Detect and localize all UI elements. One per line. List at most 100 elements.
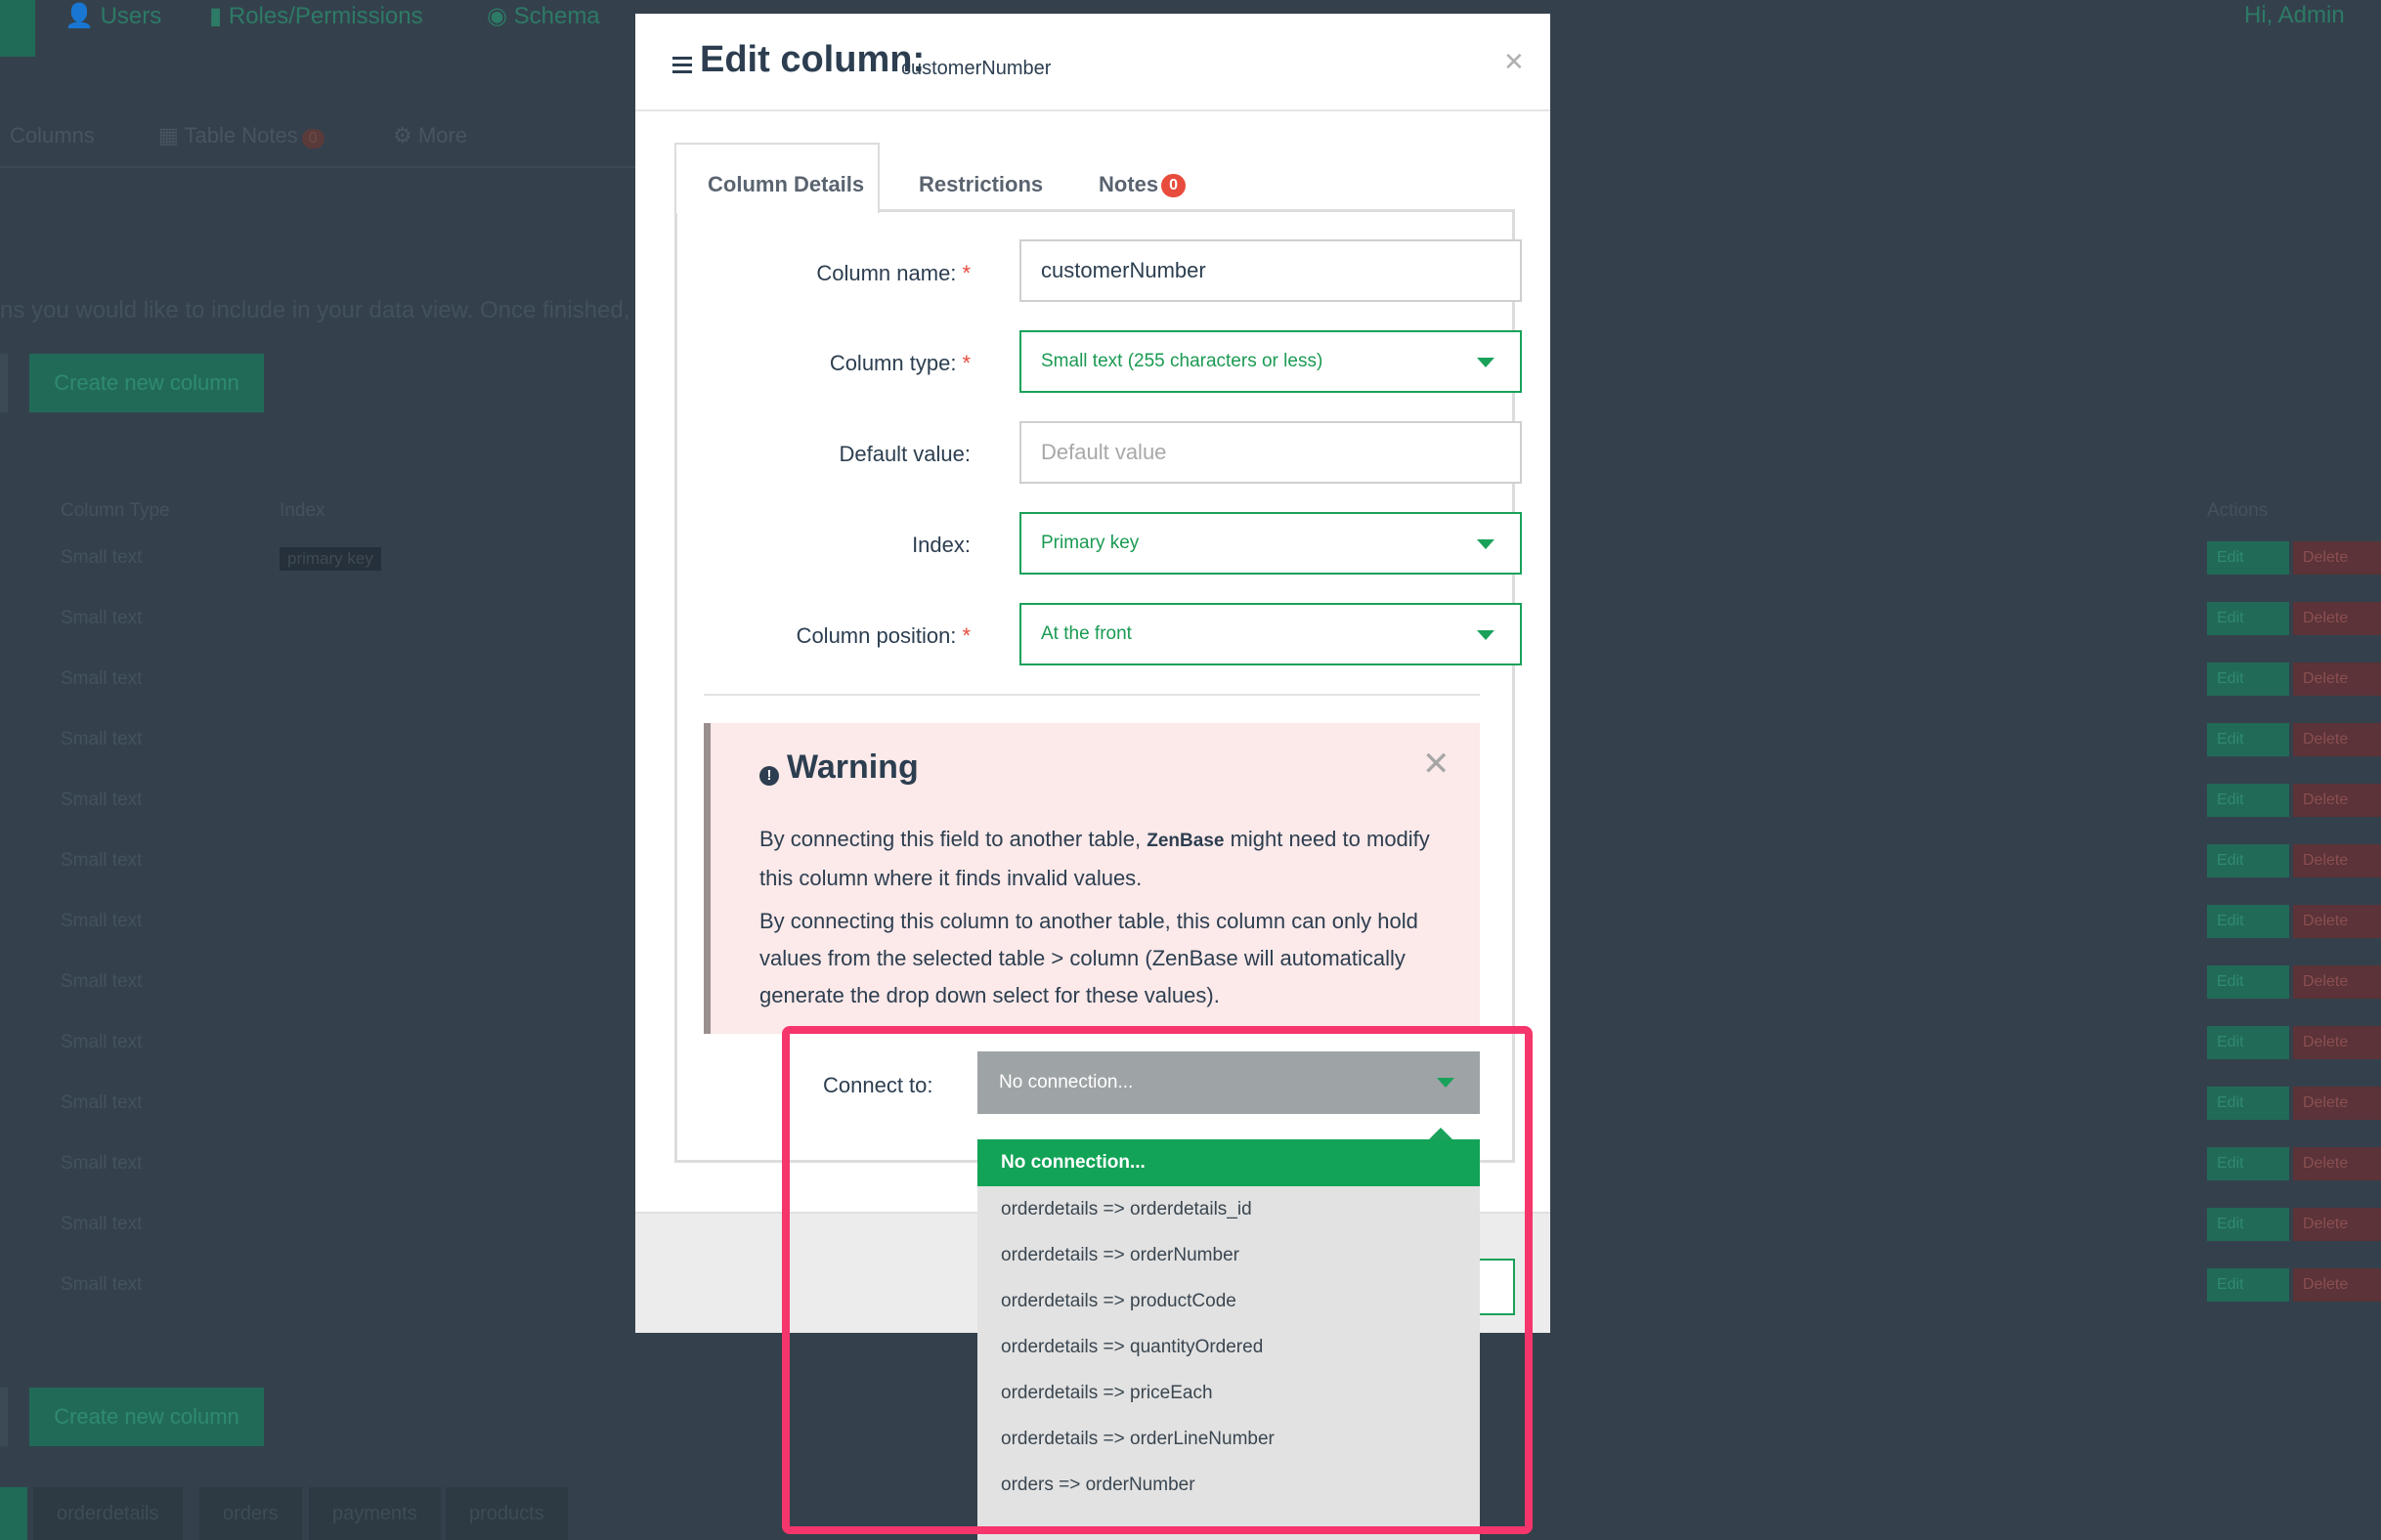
edit-column-modal: Edit column: customerNumber ✕ Column Det… xyxy=(635,14,1550,1333)
tab-notes[interactable]: Notes 0 xyxy=(1099,143,1187,211)
bottom-tab-orderdetails[interactable]: orderdetails xyxy=(33,1487,183,1540)
row-edit-button[interactable]: Edit xyxy=(2207,541,2289,575)
bottom-tab-orders[interactable]: orders xyxy=(199,1487,302,1540)
row-edit-button[interactable]: Edit xyxy=(2207,663,2289,696)
row-type-cell: Small text xyxy=(61,1274,143,1295)
column-type-select[interactable]: Small text (255 characters or less) xyxy=(1019,330,1522,393)
column-name-input[interactable]: customerNumber xyxy=(1019,239,1522,302)
create-column-button-top[interactable]: Create new column xyxy=(29,354,264,412)
option-orderdetails-id[interactable]: orderdetails => orderdetails_id xyxy=(977,1186,1480,1232)
button-stub-bottom xyxy=(0,1388,8,1446)
option-no-connection[interactable]: No connection... xyxy=(977,1139,1480,1186)
warning-close-icon[interactable]: ✕ xyxy=(1422,745,1450,784)
row-type-cell: Small text xyxy=(61,971,143,992)
option-orders-ordernumber[interactable]: orders => orderNumber xyxy=(977,1462,1480,1508)
row-type-cell: Small text xyxy=(61,547,143,568)
tab-table-notes[interactable]: ▦ Table Notes 0 xyxy=(158,123,325,149)
user-greeting[interactable]: Hi, Admin xyxy=(2244,2,2345,29)
bottom-tab-products[interactable]: products xyxy=(446,1487,568,1540)
row-type-cell: Small text xyxy=(61,729,143,749)
notes-badge: 0 xyxy=(1161,174,1187,197)
row-type-cell: Small text xyxy=(61,1032,143,1052)
tab-column-details[interactable]: Column Details xyxy=(674,143,880,213)
tab-more[interactable]: ⚙ More xyxy=(393,123,467,149)
option-orderdetails-orderlinenumber[interactable]: orderdetails => orderLineNumber xyxy=(977,1416,1480,1462)
warning-title: Warning xyxy=(787,749,919,786)
column-name-label: Column name: * xyxy=(816,261,971,285)
column-position-label: Column position: * xyxy=(796,623,971,648)
modal-header: Edit column: customerNumber ✕ xyxy=(635,14,1550,111)
bottom-tab-stub xyxy=(0,1487,27,1540)
connect-to-label: Connect to: xyxy=(823,1073,933,1097)
default-value-input[interactable]: Default value xyxy=(1019,421,1522,484)
row-edit-button[interactable]: Edit xyxy=(2207,723,2289,756)
row-delete-button[interactable]: Delete xyxy=(2293,541,2381,575)
caret-down-icon xyxy=(1477,630,1494,640)
row-delete-button[interactable]: Delete xyxy=(2293,1268,2381,1302)
column-position-select[interactable]: At the front xyxy=(1019,603,1522,665)
row-edit-button[interactable]: Edit xyxy=(2207,1087,2289,1120)
eye-icon: ◉ xyxy=(487,3,514,29)
bottom-tab-payments[interactable]: payments xyxy=(309,1487,441,1540)
create-column-button-bottom[interactable]: Create new column xyxy=(29,1388,264,1446)
modal-subtitle: customerNumber xyxy=(901,58,1052,79)
form-divider xyxy=(704,694,1480,696)
connect-to-select[interactable]: No connection... xyxy=(977,1051,1480,1114)
caret-down-icon xyxy=(1437,1078,1454,1088)
row-type-cell: Small text xyxy=(61,790,143,810)
option-orderdetails-quantityordered[interactable]: orderdetails => quantityOrdered xyxy=(977,1324,1480,1370)
option-orderdetails-ordernumber[interactable]: orderdetails => orderNumber xyxy=(977,1232,1480,1278)
table-notes-badge: 0 xyxy=(301,129,325,149)
row-type-cell: Small text xyxy=(61,1092,143,1113)
row-delete-button[interactable]: Delete xyxy=(2293,1208,2381,1241)
list-icon xyxy=(672,57,692,74)
nav-logo-stub xyxy=(0,0,35,57)
row-delete-button[interactable]: Delete xyxy=(2293,723,2381,756)
button-stub xyxy=(0,354,8,412)
row-edit-button[interactable]: Edit xyxy=(2207,1268,2289,1302)
warning-text-2: By connecting this column to another tab… xyxy=(759,909,1418,1007)
index-label: Index: xyxy=(912,533,971,557)
column-type-label: Column type: * xyxy=(829,351,971,375)
row-delete-button[interactable]: Delete xyxy=(2293,784,2381,817)
nav-users[interactable]: 👤 Users xyxy=(65,2,161,30)
row-type-cell: Small text xyxy=(61,850,143,871)
row-edit-button[interactable]: Edit xyxy=(2207,1026,2289,1059)
tab-columns[interactable]: Columns xyxy=(10,123,95,149)
row-delete-button[interactable]: Delete xyxy=(2293,602,2381,635)
modal-title: Edit column: xyxy=(700,39,926,80)
row-edit-button[interactable]: Edit xyxy=(2207,1208,2289,1241)
th-actions: Actions xyxy=(2207,500,2269,521)
row-delete-button[interactable]: Delete xyxy=(2293,1087,2381,1120)
row-edit-button[interactable]: Edit xyxy=(2207,784,2289,817)
row-delete-button[interactable]: Delete xyxy=(2293,1147,2381,1180)
caret-down-icon xyxy=(1477,358,1494,367)
option-orderdetails-priceeach[interactable]: orderdetails => priceEach xyxy=(977,1370,1480,1416)
row-edit-button[interactable]: Edit xyxy=(2207,1147,2289,1180)
tab-restrictions[interactable]: Restrictions xyxy=(919,143,1043,211)
row-type-cell: Small text xyxy=(61,668,143,689)
nav-schema[interactable]: ◉ Schema xyxy=(487,2,600,30)
row-type-cell: Small text xyxy=(61,1214,143,1234)
row-type-cell: Small text xyxy=(61,911,143,931)
info-icon: ! xyxy=(759,766,779,786)
row-delete-button[interactable]: Delete xyxy=(2293,905,2381,938)
option-orderdetails-productcode[interactable]: orderdetails => productCode xyxy=(977,1278,1480,1324)
row-delete-button[interactable]: Delete xyxy=(2293,844,2381,877)
table-icon: ▦ xyxy=(158,123,185,148)
index-select[interactable]: Primary key xyxy=(1019,512,1522,575)
row-edit-button[interactable]: Edit xyxy=(2207,905,2289,938)
row-delete-button[interactable]: Delete xyxy=(2293,663,2381,696)
close-icon[interactable]: ✕ xyxy=(1503,47,1525,77)
row-edit-button[interactable]: Edit xyxy=(2207,965,2289,999)
row-delete-button[interactable]: Delete xyxy=(2293,1026,2381,1059)
gear-icon: ⚙ xyxy=(393,123,418,148)
row-type-cell: Small text xyxy=(61,1153,143,1174)
tabs-divider xyxy=(0,166,635,168)
chart-icon: ▮ xyxy=(209,3,229,29)
row-edit-button[interactable]: Edit xyxy=(2207,602,2289,635)
nav-roles-permissions[interactable]: ▮ Roles/Permissions xyxy=(209,2,423,30)
help-text: ns you would like to include in your dat… xyxy=(0,297,654,323)
row-edit-button[interactable]: Edit xyxy=(2207,844,2289,877)
row-delete-button[interactable]: Delete xyxy=(2293,965,2381,999)
